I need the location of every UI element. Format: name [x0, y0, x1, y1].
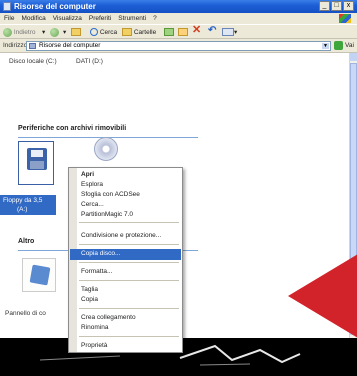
title-bar[interactable]: Risorse del computer _ □ x — [0, 0, 357, 13]
scroll-thumb[interactable] — [350, 63, 357, 285]
menu-item-copia[interactable]: Copia — [81, 295, 98, 305]
menu-item-partitionmagic[interactable]: PartitionMagic 7.0 — [81, 210, 133, 220]
copy-to-button[interactable] — [178, 27, 188, 38]
menu-item-taglia[interactable]: Taglia — [81, 285, 98, 295]
menu-item-apri[interactable]: Apri — [81, 170, 94, 180]
menu-separator — [79, 336, 179, 337]
menu-separator — [79, 262, 179, 263]
menu-item-cerca[interactable]: Cerca... — [81, 200, 104, 210]
computer-icon — [29, 43, 36, 49]
delete-icon[interactable]: ✕ — [192, 25, 201, 36]
back-arrow-icon — [3, 27, 12, 37]
menu-help[interactable]: ? — [153, 13, 157, 24]
views-button[interactable]: ▾ — [222, 27, 237, 38]
minimize-button[interactable]: _ — [319, 1, 330, 11]
address-input[interactable]: Risorse del computer ▼ — [26, 41, 331, 51]
menu-item-rinomina[interactable]: Rinomina — [81, 323, 108, 333]
windows-logo-icon — [339, 14, 351, 23]
menu-separator — [79, 280, 179, 281]
address-bar: Indirizzo Risorse del computer ▼ Vai — [0, 39, 357, 53]
floppy-label-line2: (A:) — [17, 206, 28, 213]
back-button[interactable]: Indietro — [3, 27, 36, 38]
menu-file[interactable]: File — [4, 13, 14, 24]
floppy-label-line1: Floppy da 3,5 — [3, 197, 43, 204]
folders-label: Cartelle — [133, 29, 157, 36]
menu-separator — [79, 222, 179, 223]
menu-item-copia-disco[interactable]: Copia disco... — [81, 249, 120, 259]
menu-visualizza[interactable]: Visualizza — [53, 13, 82, 24]
cd-icon — [94, 137, 118, 161]
forward-arrow-icon — [50, 27, 59, 37]
window-title: Risorse del computer — [14, 2, 96, 11]
forward-button[interactable] — [50, 27, 59, 38]
menu-item-proprieta[interactable]: Proprietà — [81, 341, 107, 351]
toolbar: Indietro ▾ ▾ Cerca Cartelle ✕ ↶ ▾ — [0, 24, 357, 39]
undo-icon[interactable]: ↶ — [208, 25, 216, 36]
cd-drive[interactable] — [86, 133, 126, 169]
computer-icon — [3, 2, 11, 11]
search-label: Cerca — [99, 29, 118, 36]
highlight-arrow-icon — [288, 254, 357, 338]
context-menu-strip — [69, 168, 77, 352]
menu-strumenti[interactable]: Strumenti — [118, 13, 146, 24]
removable-section-title: Periferiche con archivi rimovibili — [18, 125, 127, 132]
go-label[interactable]: Vai — [345, 42, 354, 49]
move-to-button[interactable] — [164, 27, 174, 38]
address-dropdown-icon[interactable]: ▼ — [322, 43, 329, 49]
menu-preferiti[interactable]: Preferiti — [89, 13, 111, 24]
back-label: Indietro — [13, 29, 36, 36]
menu-item-condivisione[interactable]: Condivisione e protezione... — [81, 231, 161, 241]
menu-bar: File Modifica Visualizza Preferiti Strum… — [0, 13, 357, 24]
menu-item-acdsee[interactable]: Sfoglia con ACDSee — [81, 190, 140, 200]
search-icon — [90, 28, 98, 37]
folders-button[interactable]: Cartelle — [122, 27, 156, 38]
menu-item-crea-collegamento[interactable]: Crea collegamento — [81, 313, 136, 323]
floppy-icon — [27, 148, 47, 170]
other-section-title: Altro — [18, 238, 35, 245]
menu-item-formatta[interactable]: Formatta... — [81, 267, 112, 277]
floppy-drive[interactable] — [18, 141, 54, 185]
menu-item-esplora[interactable]: Esplora — [81, 180, 103, 190]
back-dropdown[interactable]: ▾ — [42, 27, 45, 38]
context-menu: Apri Esplora Sfoglia con ACDSee Cerca...… — [68, 167, 183, 353]
scroll-up-icon[interactable] — [350, 53, 357, 61]
menu-modifica[interactable]: Modifica — [21, 13, 45, 24]
drive-c-label[interactable]: Disco locale (C:) — [9, 58, 57, 65]
go-arrow-icon[interactable] — [334, 41, 343, 50]
control-panel-label[interactable]: Pannello di co — [5, 310, 46, 317]
address-value: Risorse del computer — [39, 42, 101, 49]
menu-separator — [79, 308, 179, 309]
up-folder-button[interactable] — [71, 27, 81, 38]
menu-separator — [79, 244, 179, 245]
control-panel-item[interactable] — [22, 258, 56, 292]
views-icon — [222, 28, 234, 37]
address-label: Indirizzo — [3, 42, 28, 49]
move-to-icon — [164, 28, 174, 37]
folders-icon — [122, 28, 132, 37]
forward-dropdown[interactable]: ▾ — [63, 27, 66, 38]
maximize-button[interactable]: □ — [331, 1, 342, 11]
close-button[interactable]: x — [343, 1, 354, 11]
up-folder-icon — [71, 28, 81, 37]
drive-d-label[interactable]: DATI (D:) — [76, 58, 103, 65]
copy-to-icon — [178, 28, 188, 37]
floppy-label[interactable]: Floppy da 3,5 (A:) — [0, 195, 56, 215]
search-button[interactable]: Cerca — [90, 27, 117, 38]
control-panel-icon — [29, 264, 51, 286]
